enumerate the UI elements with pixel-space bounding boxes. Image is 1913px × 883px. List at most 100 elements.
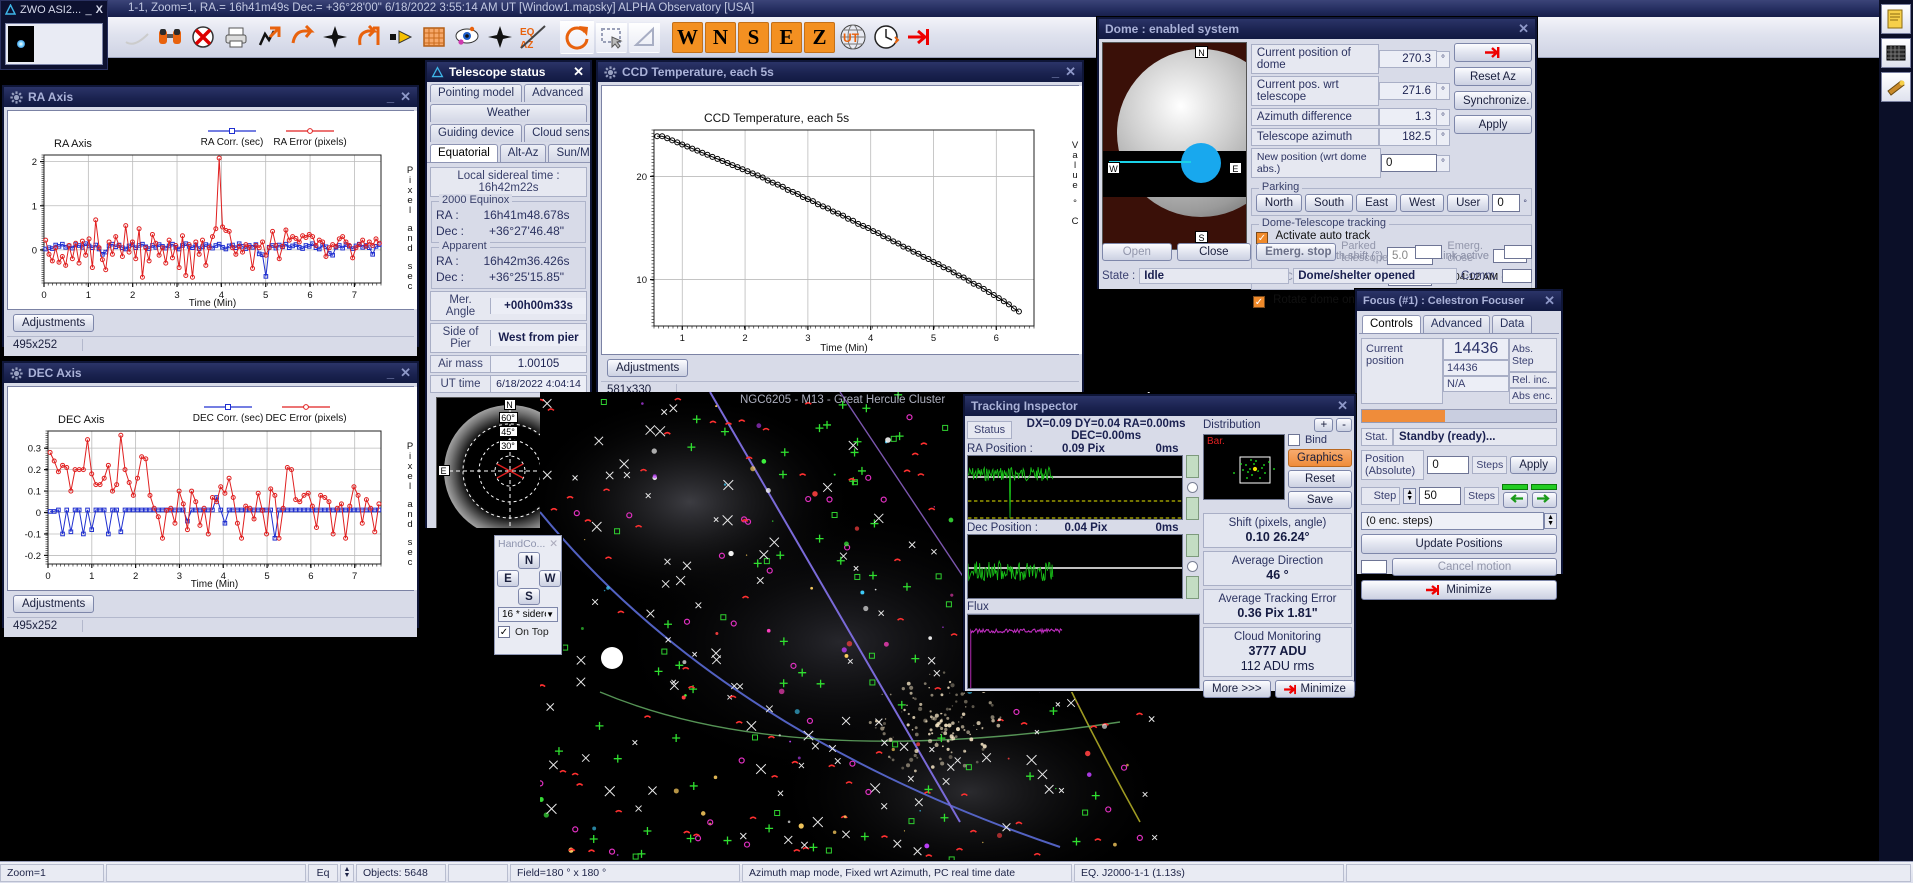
tab-advanced[interactable]: Advanced <box>1422 315 1490 333</box>
ra-axis-chart[interactable]: RA Axis 0 1 2 0 1 2 3 4 5 6 7 Time (Min) RA Corr. (se… <box>7 110 417 310</box>
dome-graphic[interactable]: N W E S <box>1102 42 1247 250</box>
ut-globe-icon[interactable]: UT <box>837 22 868 53</box>
close-icon[interactable]: ✕ <box>573 62 584 82</box>
dome-park-user-input[interactable] <box>1492 194 1521 212</box>
wave-icon[interactable] <box>121 22 152 53</box>
focus-window[interactable]: Focus (#1) : Celestron Focuser ✕ Control… <box>1355 289 1563 600</box>
dome-rotate-checkbox[interactable]: ✓ <box>1252 296 1265 308</box>
dec-adjustments-button[interactable]: Adjustments <box>13 595 95 613</box>
tab-pointing-model[interactable]: Pointing model <box>430 84 523 102</box>
dome-new-position-input[interactable] <box>1381 154 1437 172</box>
dome-park-north-button[interactable]: North <box>1255 194 1303 212</box>
tracking-more-button[interactable]: More >>> <box>1203 680 1271 698</box>
next-arrow-icon[interactable] <box>385 22 416 53</box>
dome-open-button[interactable]: Open <box>1102 243 1172 261</box>
dock-telescope-icon[interactable] <box>1881 72 1911 102</box>
close-icon[interactable]: ✕ <box>549 538 558 550</box>
close-icon[interactable]: ✕ <box>1544 291 1555 311</box>
printer-icon[interactable] <box>220 22 251 53</box>
tracking-ra-graph[interactable] <box>967 455 1183 520</box>
dome-park-west-button[interactable]: West <box>1400 194 1445 212</box>
tracking-dec-slider-top[interactable] <box>1186 534 1199 557</box>
select-rect-icon[interactable] <box>596 21 627 53</box>
focus-move-in-button[interactable] <box>1502 492 1528 508</box>
clock-icon[interactable] <box>870 22 901 53</box>
close-icon[interactable]: X <box>96 4 103 16</box>
focus-enc-spinner[interactable]: ▲ ▼ <box>1544 513 1557 529</box>
dome-goto-button[interactable] <box>1454 43 1532 62</box>
star-burst-icon[interactable] <box>319 22 350 53</box>
tracking-dec-graph[interactable] <box>967 534 1183 599</box>
tracking-reset-button[interactable]: Reset <box>1287 470 1352 488</box>
tracking-bind-checkbox[interactable] <box>1287 434 1300 446</box>
tracking-distribution-graph[interactable]: Bar. <box>1203 434 1285 500</box>
focus-move-out-button[interactable] <box>1531 492 1557 508</box>
dome-synchronize-button[interactable]: Synchronize. <box>1454 91 1532 110</box>
tracking-ra-slider-bottom[interactable] <box>1186 497 1199 520</box>
tracking-plus-button[interactable]: + <box>1314 418 1334 432</box>
binoculars-icon[interactable] <box>154 22 185 53</box>
grid-icon[interactable] <box>418 22 449 53</box>
close-icon[interactable]: ✕ <box>1518 19 1529 39</box>
handco-west-button[interactable]: W <box>539 570 561 587</box>
tab-equatorial[interactable]: Equatorial <box>430 144 498 162</box>
focus-apply-button[interactable]: Apply <box>1510 456 1557 474</box>
tab-cloud-sensor[interactable]: Cloud sensor <box>524 124 590 142</box>
handco-east-button[interactable]: E <box>497 570 519 587</box>
ccd-adjustments-button[interactable]: Adjustments <box>607 359 689 377</box>
handco-north-button[interactable]: N <box>518 552 540 569</box>
handco-south-button[interactable]: S <box>518 588 540 605</box>
status-eq-spinner[interactable]: ▲ ▼ <box>340 863 354 882</box>
dock-notepad-icon[interactable] <box>1881 4 1911 34</box>
nav-s-button[interactable]: S <box>738 21 769 53</box>
eq-az-icon[interactable]: EQ AZ <box>517 22 548 53</box>
tab-weather[interactable]: Weather <box>430 104 587 122</box>
measure-icon[interactable] <box>629 21 660 53</box>
tracking-save-button[interactable]: Save <box>1287 491 1352 509</box>
handco-window[interactable]: HandCo... ✕ N E W S 16 * sidereal ▼ ✓ On… <box>494 535 562 655</box>
tracking-flux-graph[interactable] <box>967 614 1200 689</box>
tab-controls[interactable]: Controls <box>1362 315 1421 333</box>
focus-step-input[interactable] <box>1419 487 1462 505</box>
close-icon[interactable]: ✕ <box>400 363 411 383</box>
minimize-all-icon[interactable] <box>903 22 934 53</box>
tab-alt-az[interactable]: Alt-Az <box>499 144 547 162</box>
refresh-icon[interactable] <box>560 20 594 54</box>
tracking-minus-button[interactable]: - <box>1336 418 1352 432</box>
minimize-icon[interactable]: _ <box>387 87 394 107</box>
ccd-chart[interactable]: CCD Temperature, each 5s 10 20 1 2 3 4 5 6 Time (… <box>601 85 1082 355</box>
tab-sun-moon[interactable]: Sun/Moon <box>548 144 590 162</box>
status-eq-select[interactable]: Eq <box>308 863 338 882</box>
tracking-ra-slider-top[interactable] <box>1186 455 1199 478</box>
dome-window[interactable]: Dome : enabled system ✕ N W E S Current … <box>1097 17 1537 308</box>
flip-orange-icon[interactable] <box>352 22 383 53</box>
tracking-inspector-window[interactable]: Tracking Inspector ✕ Status DX=0.09 DY=0… <box>963 394 1356 698</box>
dock-grid-icon[interactable] <box>1881 38 1911 68</box>
handco-ontop-checkbox[interactable]: ✓ <box>498 626 510 638</box>
focus-update-positions-button[interactable]: Update Positions <box>1361 534 1557 554</box>
camera-thumbnail-window[interactable]: ZWO ASI2... _ X <box>0 0 108 70</box>
focus-enc-steps-row[interactable]: (0 enc. steps) ▲ ▼ <box>1361 512 1557 530</box>
cancel-icon[interactable] <box>187 22 218 53</box>
dome-park-south-button[interactable]: South <box>1305 194 1354 212</box>
ra-axis-window[interactable]: RA Axis _ ✕ RA Axis 0 1 2 0 1 2 3 4 5 6 7 Time (Min) R… <box>2 85 419 356</box>
focus-step-spinner[interactable]: ▲ ▼ <box>1403 488 1417 504</box>
dome-emerg-stop-button[interactable]: Emerg. stop <box>1256 243 1337 261</box>
dec-axis-window[interactable]: DEC Axis _ ✕ DEC Axis -0.2 -0.1 0 0.1 0.2 0.3 0 1… <box>2 361 419 637</box>
dome-park-user-button[interactable]: User <box>1447 194 1490 212</box>
dome-close-button[interactable]: Close <box>1176 243 1252 261</box>
focus-pos-abs-input[interactable] <box>1427 456 1470 474</box>
camera-preview[interactable] <box>5 23 103 65</box>
dome-reset-az-button[interactable]: Reset Az <box>1454 67 1532 86</box>
nav-w-button[interactable]: W <box>672 21 703 53</box>
tracking-dec-slider-bottom[interactable] <box>1186 576 1199 599</box>
goto-star-icon[interactable] <box>253 22 284 53</box>
tracking-dec-radio[interactable] <box>1187 561 1198 572</box>
close-icon[interactable]: ✕ <box>1065 62 1076 82</box>
dec-axis-chart[interactable]: DEC Axis -0.2 -0.1 0 0.1 0.2 0.3 0 1 2 3 4 5 6 7 Time (… <box>7 386 417 591</box>
dome-apply-button[interactable]: Apply <box>1454 115 1532 134</box>
tracking-ra-radio[interactable] <box>1187 482 1198 493</box>
ra-adjustments-button[interactable]: Adjustments <box>13 314 95 332</box>
dome-park-east-button[interactable]: East <box>1356 194 1398 212</box>
tab-guiding-device[interactable]: Guiding device <box>430 124 523 142</box>
